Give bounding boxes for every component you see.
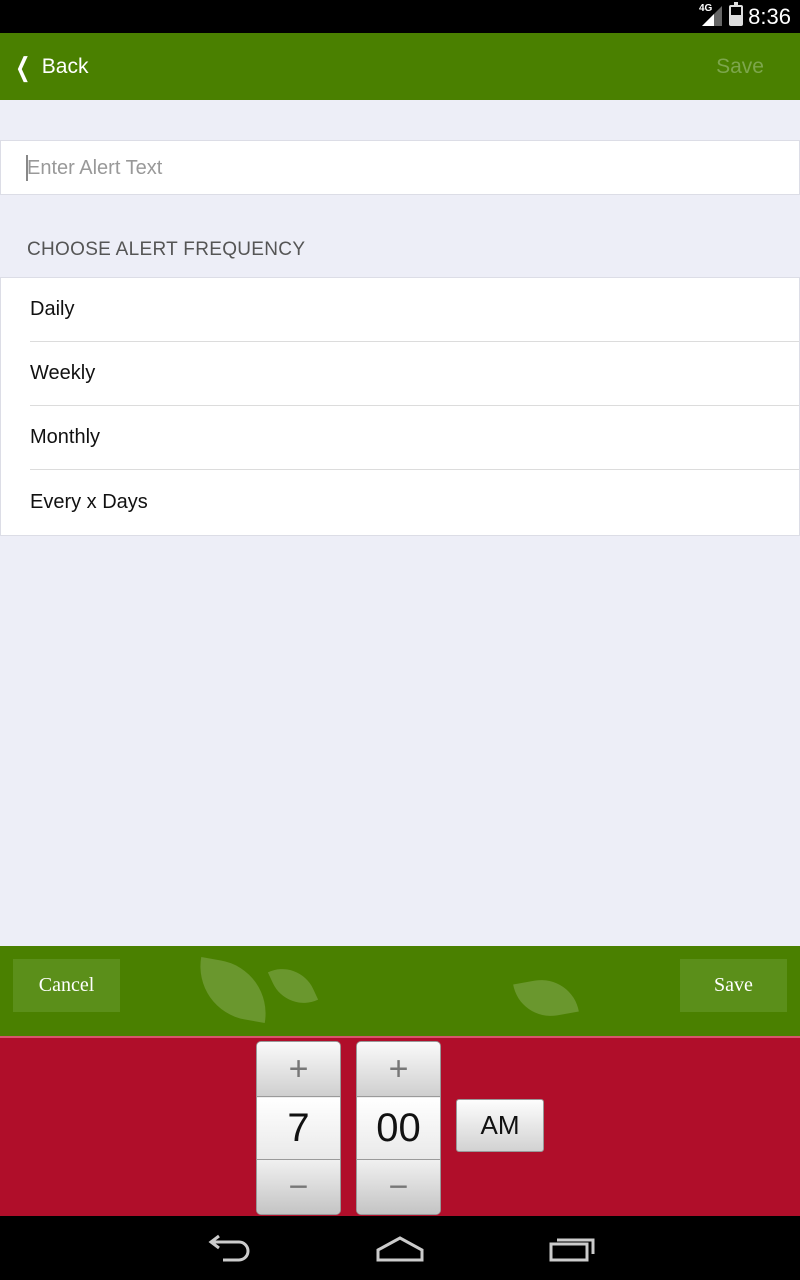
hour-decrement-button[interactable]: −	[257, 1159, 340, 1214]
chevron-left-icon: ❮	[15, 51, 31, 82]
frequency-option-monthly[interactable]: Monthly	[30, 406, 799, 470]
back-nav-icon[interactable]	[205, 1232, 255, 1264]
status-bar: 4G 8:36	[0, 0, 800, 33]
frequency-list: Daily Weekly Monthly Every x Days	[0, 277, 800, 536]
cancel-button[interactable]: Cancel	[13, 959, 120, 1012]
hour-increment-button[interactable]: +	[257, 1042, 340, 1097]
save-button[interactable]: Save	[680, 959, 787, 1012]
hour-spinner: + 7 −	[257, 1042, 340, 1214]
alert-text-input[interactable]	[27, 151, 787, 185]
clock-time: 8:36	[748, 4, 791, 29]
back-button[interactable]: ❮ Back	[12, 47, 88, 87]
battery-icon	[729, 2, 743, 26]
signal-icon	[702, 6, 722, 26]
header-save-button[interactable]: Save	[716, 55, 764, 79]
am-pm-toggle-button[interactable]: AM	[456, 1099, 544, 1152]
recent-apps-icon[interactable]	[547, 1232, 597, 1264]
minute-increment-button[interactable]: +	[357, 1042, 440, 1097]
time-picker: + 7 − + 00 − AM	[0, 1036, 800, 1216]
minute-value[interactable]: 00	[357, 1098, 440, 1159]
leaf-decoration	[513, 974, 579, 1022]
leaf-decoration	[191, 956, 275, 1024]
frequency-section-title: CHOOSE ALERT FREQUENCY	[27, 239, 306, 260]
back-button-label: Back	[41, 55, 89, 78]
frequency-option-every-x-days[interactable]: Every x Days	[30, 470, 799, 534]
bottom-action-bar: Cancel Save	[0, 946, 800, 1036]
leaf-decoration	[267, 957, 319, 1015]
top-app-bar: ❮ Back Save	[0, 33, 800, 100]
text-cursor	[26, 155, 28, 181]
minute-decrement-button[interactable]: −	[357, 1159, 440, 1214]
system-navigation-bar	[0, 1216, 800, 1280]
minute-spinner: + 00 −	[357, 1042, 440, 1214]
home-nav-icon[interactable]	[375, 1232, 425, 1264]
frequency-option-daily[interactable]: Daily	[30, 278, 799, 342]
frequency-option-weekly[interactable]: Weekly	[30, 342, 799, 406]
alert-text-field-container	[0, 140, 800, 195]
hour-value[interactable]: 7	[257, 1098, 340, 1159]
